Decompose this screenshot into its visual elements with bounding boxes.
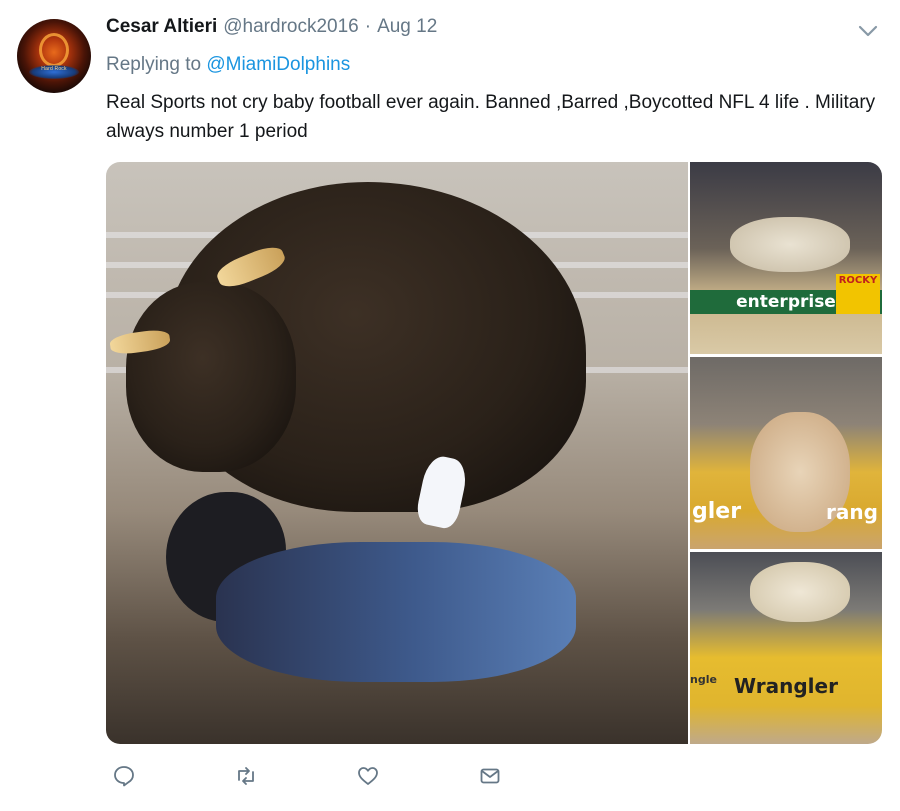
tweet-card[interactable]: Hard Rock Cesar Altieri @hardrock2016 · …	[0, 0, 900, 811]
replying-prefix: Replying to	[106, 54, 202, 75]
thumb2-side-sign: rang	[826, 500, 878, 524]
author-name[interactable]: Cesar Altieri	[106, 16, 217, 38]
media-photo-thumb-2[interactable]: gler rang	[690, 357, 882, 549]
media-photo-thumb-1[interactable]: enterprise ROCKY	[690, 162, 882, 354]
media-grid: enterprise ROCKY gler rang ngle Wrangler	[106, 162, 882, 744]
avatar[interactable]: Hard Rock	[17, 19, 91, 93]
tweet-date[interactable]: Aug 12	[377, 16, 437, 38]
heart-icon[interactable]	[352, 760, 384, 792]
header-separator: ·	[364, 16, 372, 37]
thumb1-side-sign: ROCKY	[836, 274, 880, 314]
replying-to-link[interactable]: @MiamiDolphins	[206, 54, 350, 75]
tweet-actions	[106, 760, 526, 792]
media-photo-main[interactable]	[106, 162, 688, 744]
bull-body	[750, 562, 850, 622]
media-photo-thumb-3[interactable]: ngle Wrangler	[690, 552, 882, 744]
replying-to-line: Replying to @MiamiDolphins	[106, 54, 350, 76]
bull-head	[126, 282, 296, 472]
mail-icon[interactable]	[474, 760, 506, 792]
tweet-header: Cesar Altieri @hardrock2016 · Aug 12	[106, 16, 437, 42]
thumb3-banner: Wrangler	[734, 674, 838, 698]
chevron-down-icon[interactable]	[857, 22, 879, 40]
tweet-text: Real Sports not cry baby football ever a…	[106, 92, 876, 142]
avatar-flame-ring	[39, 33, 69, 67]
author-handle[interactable]: @hardrock2016	[223, 16, 358, 38]
rider-body	[216, 542, 576, 682]
retweet-icon[interactable]	[230, 760, 262, 792]
reply-icon[interactable]	[108, 760, 140, 792]
bull-body	[730, 217, 850, 272]
avatar-label: Hard Rock	[41, 66, 67, 72]
